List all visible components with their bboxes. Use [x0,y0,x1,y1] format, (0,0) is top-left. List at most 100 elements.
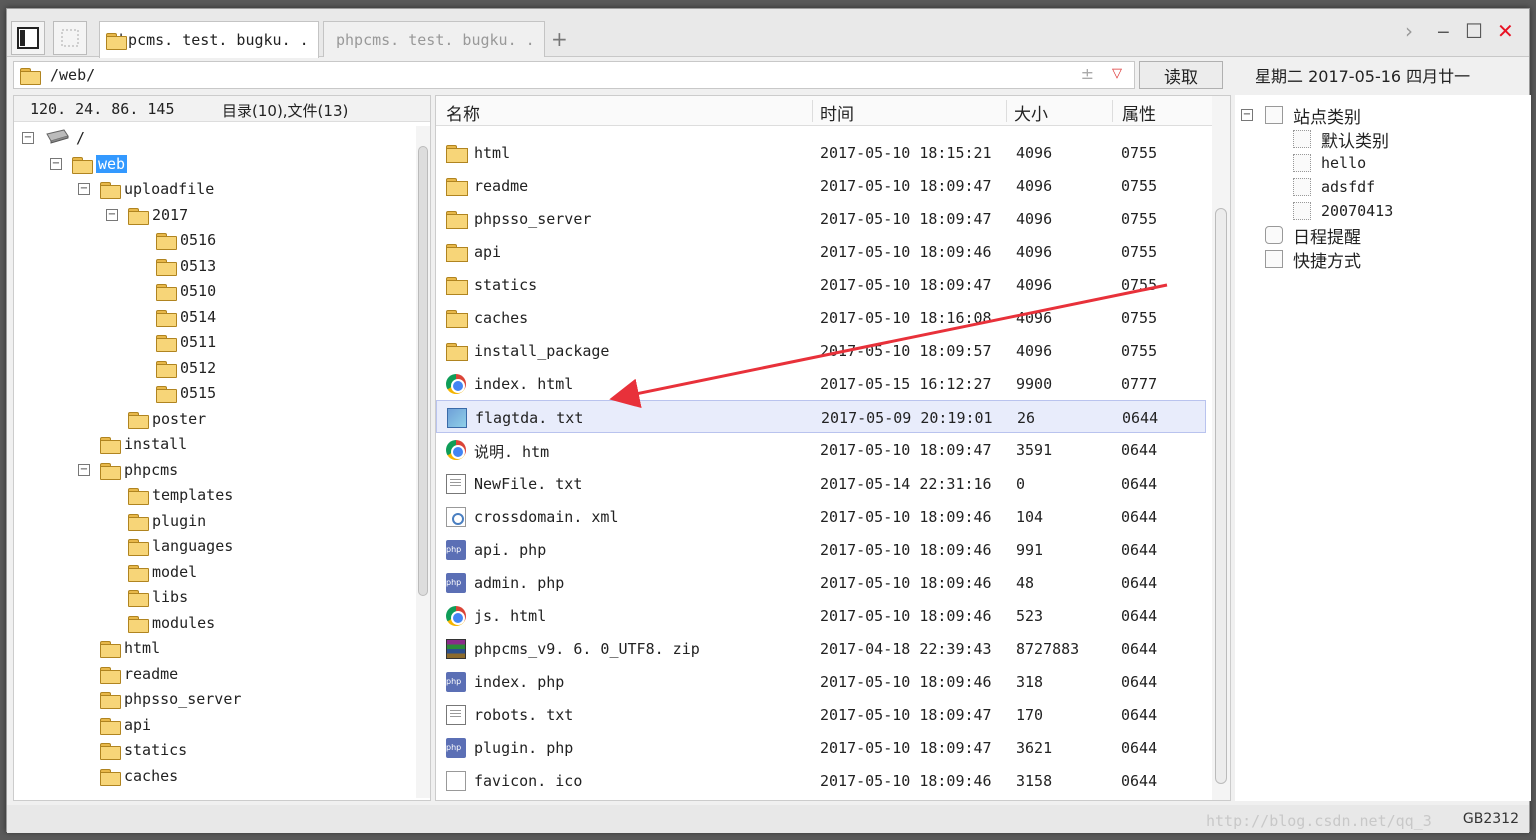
tree-item[interactable]: caches [100,764,178,788]
tree-item[interactable]: readme [100,662,178,686]
tree-item[interactable]: − / [22,126,85,150]
file-row[interactable]: favicon. ico 2017-05-10 18:09:46 3158 0644 [436,764,1206,797]
category-item[interactable]: adsfdf [1293,175,1375,199]
file-row[interactable]: api 2017-05-10 18:09:46 4096 0755 [436,235,1206,268]
tree-item[interactable]: 0516 [156,228,216,252]
tree-item[interactable]: templates [128,483,233,507]
blank-tab-button[interactable] [53,21,87,55]
tree-item[interactable]: install [100,432,187,456]
tree-item[interactable]: statics [100,738,187,762]
tree-item[interactable]: − 2017 [106,203,188,227]
minimize-button[interactable]: ‒ [1437,19,1450,43]
file-row[interactable]: js. html 2017-05-10 18:09:46 523 0644 [436,599,1206,632]
tree-item[interactable]: api [100,713,151,737]
plus-minus-icon[interactable]: ± [1081,64,1094,83]
close-button[interactable]: ✕ [1497,19,1514,43]
file-row[interactable]: plugin. php 2017-05-10 18:09:47 3621 0644 [436,731,1206,764]
tree-item[interactable]: model [128,560,197,584]
file-row[interactable]: install_package 2017-05-10 18:09:57 4096 07… [436,334,1206,367]
dropdown-icon[interactable]: ▽ [1112,66,1122,81]
tree-item[interactable]: html [100,636,160,660]
tree-item[interactable]: languages [128,534,233,558]
file-time: 2017-05-10 18:09:46 [820,771,992,790]
tree-item[interactable]: plugin [128,509,206,533]
category-item[interactable]: 日程提醒 [1265,223,1361,248]
tree-item[interactable]: 0514 [156,305,216,329]
add-tab-button[interactable]: + [551,27,568,51]
file-size: 991 [1016,540,1044,559]
file-row[interactable]: readme 2017-05-10 18:09:47 4096 0755 [436,169,1206,202]
category-item[interactable]: 默认类别 [1293,127,1389,152]
panel-toggle-button[interactable] [11,21,45,55]
xml-file-icon [446,506,466,527]
file-row[interactable]: index. php 2017-05-10 18:09:46 318 0644 [436,665,1206,698]
column-time[interactable]: 时间 [820,100,854,125]
read-button[interactable]: 读取 [1139,61,1223,89]
tree-item[interactable]: − uploadfile [78,177,214,201]
column-attr[interactable]: 属性 [1122,100,1156,125]
collapse-toggle-icon[interactable]: − [50,157,62,170]
collapse-toggle-icon[interactable]: − [78,463,90,476]
file-row[interactable]: 说明. htm 2017-05-10 18:09:47 3591 0644 [436,433,1206,466]
tree-item[interactable]: 0511 [156,330,216,354]
file-row[interactable]: statics 2017-05-10 18:09:47 4096 0755 [436,268,1206,301]
collapse-toggle-icon[interactable]: − [22,132,34,144]
file-row[interactable]: html 2017-05-10 18:15:21 4096 0755 [436,136,1206,169]
file-row[interactable]: api. php 2017-05-10 18:09:46 991 0644 [436,533,1206,566]
tree-item[interactable]: phpsso_server [100,687,241,711]
encoding-label: GB2312 [1462,811,1519,827]
tree-item-label: templates [152,486,234,504]
collapse-toggle-icon[interactable]: − [1241,109,1253,121]
tree-item[interactable]: poster [128,407,206,431]
collapse-toggle-icon[interactable]: − [106,208,118,221]
address-bar[interactable]: /web/ ± ▽ [13,61,1135,89]
folder-icon [100,640,121,658]
tree-item[interactable]: 0513 [156,254,216,278]
category-item[interactable]: − 站点类别 [1241,103,1361,128]
tree-item[interactable]: − phpcms [78,458,178,482]
file-name: admin. php [474,573,565,592]
file-row[interactable]: crossdomain. xml 2017-05-10 18:09:46 104 06… [436,500,1206,533]
file-size: 523 [1016,606,1044,625]
next-icon[interactable]: › [1405,19,1413,43]
tree-item[interactable]: 0510 [156,279,216,303]
maximize-button[interactable]: ☐ [1465,19,1483,43]
tree-item[interactable]: 0515 [156,381,216,405]
file-row[interactable]: NewFile. txt 2017-05-14 22:31:16 0 0644 [436,467,1206,500]
tree-item[interactable]: − web [50,152,128,176]
file-row[interactable]: phpcms_v9. 6. 0_UTF8. zip 2017-04-18 22:3… [436,632,1206,665]
tree-scrollbar[interactable] [416,126,430,798]
hand-icon [1265,250,1283,268]
chrome-file-icon [446,374,466,395]
file-list-scroll-thumb[interactable] [1215,208,1227,784]
dotted-icon [1293,154,1311,172]
file-row[interactable]: flagtda. txt 2017-05-09 20:19:01 26 0644 [436,400,1206,434]
tree-item[interactable]: modules [128,611,215,635]
file-attr: 0644 [1122,409,1159,428]
tree-item[interactable]: libs [128,585,188,609]
file-row[interactable]: caches 2017-05-10 18:16:08 4096 0755 [436,301,1206,334]
file-row[interactable]: index. html 2017-05-15 16:12:27 9900 0777 [436,367,1206,400]
column-size[interactable]: 大小 [1014,100,1048,125]
file-list-scrollbar[interactable] [1212,96,1230,800]
file-size: 318 [1016,672,1044,691]
folder-icon [20,67,41,85]
tab-label: phpcms. test. bugku. . . [336,30,545,49]
tab-phpcms-active[interactable]: phpcms. test. bugku. . . [99,21,319,58]
category-item[interactable]: hello [1293,151,1366,175]
tree-item-label: phpsso_server [124,690,242,708]
file-row[interactable]: robots. txt 2017-05-10 18:09:47 170 0644 [436,698,1206,731]
category-item[interactable]: 20070413 [1293,199,1393,223]
column-name[interactable]: 名称 [446,100,480,125]
file-time: 2017-05-10 18:09:46 [820,540,992,559]
tree-item-label: 0511 [180,333,217,351]
file-row[interactable]: admin. php 2017-05-10 18:09:46 48 0644 [436,566,1206,599]
tree-item[interactable]: 0512 [156,356,216,380]
tab-phpcms-inactive[interactable]: phpcms. test. bugku. . . [323,21,545,57]
drive-icon [44,128,70,148]
folder-icon [100,717,121,735]
category-item[interactable]: 快捷方式 [1265,247,1361,272]
file-row[interactable]: phpsso_server 2017-05-10 18:09:47 4096 0755 [436,202,1206,235]
collapse-toggle-icon[interactable]: − [78,183,90,195]
tree-scroll-thumb[interactable] [418,146,428,596]
